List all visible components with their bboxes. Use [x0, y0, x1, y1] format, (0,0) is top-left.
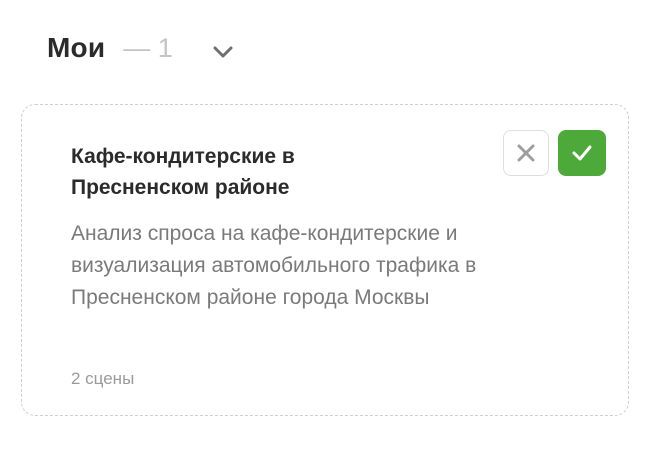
accept-button[interactable] — [558, 130, 606, 176]
section-title: Мои — [47, 32, 106, 63]
card-description: Анализ спроса на кафе-кондитерские и виз… — [71, 222, 477, 309]
section-count: — 1 — [123, 32, 173, 63]
collapse-toggle-button[interactable] — [208, 38, 238, 66]
reject-button[interactable] — [503, 130, 549, 176]
card-title: Кафе-кондитерские в Пресненском районе — [71, 145, 295, 199]
scene-count: 2 сцены — [71, 369, 135, 388]
chevron-down-icon — [213, 46, 233, 58]
close-icon — [517, 144, 535, 162]
check-icon — [572, 145, 592, 161]
project-card[interactable]: Кафе-кондитерские в Пресненском районе А… — [21, 104, 629, 416]
section-header: Мои — 1 — [47, 28, 173, 68]
